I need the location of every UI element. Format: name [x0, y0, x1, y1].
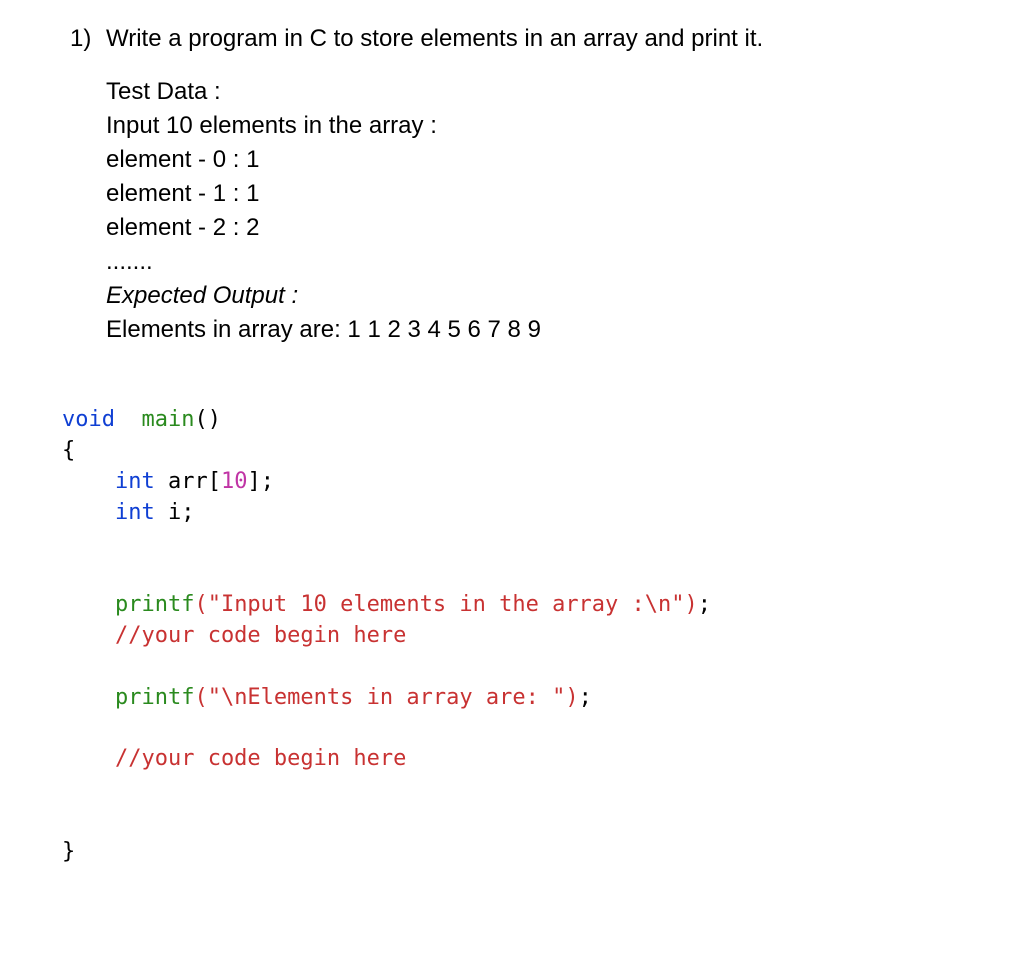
code-block: void main() { int arr[10]; int i; printf…	[62, 405, 984, 867]
question-title: Write a program in C to store elements i…	[106, 22, 984, 57]
test-element-0: element - 0 : 1	[106, 143, 984, 177]
code-void: void	[62, 407, 115, 432]
code-arr: arr[	[155, 469, 221, 494]
code-int-2: int	[62, 500, 155, 525]
code-semi-1: ;	[698, 592, 711, 617]
code-parens: ()	[194, 407, 221, 432]
test-input-line: Input 10 elements in the array :	[106, 109, 984, 143]
code-string-2: ("\nElements in array are: ")	[194, 685, 578, 710]
question-number: 1)	[70, 22, 106, 57]
code-int-1: int	[62, 469, 155, 494]
document-page: 1) Write a program in C to store element…	[0, 0, 1024, 907]
code-printf-1: printf	[62, 592, 194, 617]
code-string-1: ("Input 10 elements in the array :\n")	[194, 592, 697, 617]
code-brace-open: {	[62, 438, 75, 463]
test-data-label: Test Data :	[106, 75, 984, 109]
code-comment-2: //your code begin here	[62, 746, 406, 771]
question-header: 1) Write a program in C to store element…	[70, 22, 984, 57]
code-brace-close: }	[62, 839, 75, 864]
expected-output-label: Expected Output :	[106, 279, 984, 313]
test-ellipsis: .......	[106, 245, 984, 279]
test-element-2: element - 2 : 2	[106, 211, 984, 245]
code-num-10: 10	[221, 469, 248, 494]
code-main: main	[115, 407, 194, 432]
test-element-1: element - 1 : 1	[106, 177, 984, 211]
code-comment-1: //your code begin here	[62, 623, 406, 648]
code-arr-end: ];	[247, 469, 274, 494]
test-data-block: Test Data : Input 10 elements in the arr…	[106, 75, 984, 348]
code-printf-2: printf	[62, 685, 194, 710]
code-semi-2: ;	[579, 685, 592, 710]
code-i: i;	[155, 500, 195, 525]
expected-output-value: Elements in array are: 1 1 2 3 4 5 6 7 8…	[106, 313, 984, 347]
